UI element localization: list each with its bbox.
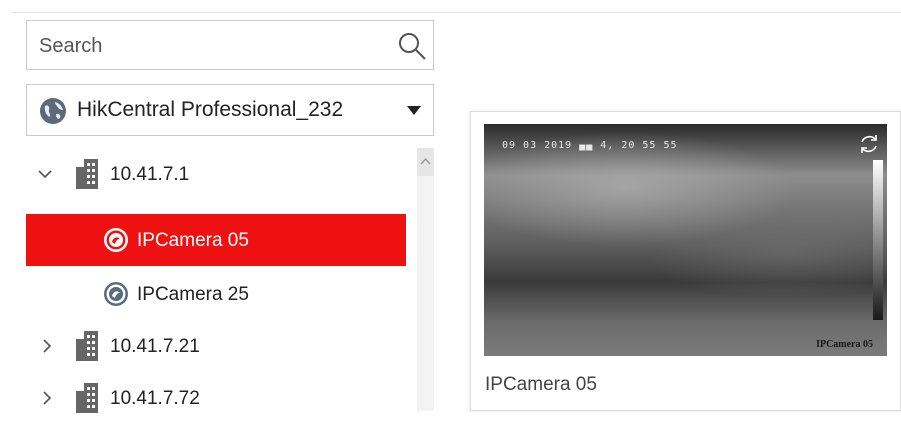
search-input[interactable] xyxy=(37,21,381,71)
building-icon xyxy=(76,383,98,413)
globe-icon xyxy=(40,98,66,124)
tree-node-label: 10.41.7.72 xyxy=(110,388,200,409)
chevron-down-icon[interactable] xyxy=(38,167,52,181)
tree-node-label: 10.41.7.1 xyxy=(110,164,190,185)
tree-node-camera-selected[interactable]: IPCamera 05 xyxy=(26,214,406,266)
camera-caption: IPCamera 05 xyxy=(485,374,597,395)
tree-node-label: IPCamera 05 xyxy=(137,230,249,251)
resource-tree: 10.41.7.1 IPCamera 05 IPCamera 25 10.41.… xyxy=(26,148,434,413)
camera-icon xyxy=(104,228,128,252)
site-name: HikCentral Professional_232 xyxy=(77,98,344,121)
search-icon[interactable] xyxy=(397,31,427,61)
chevron-up-icon xyxy=(420,157,431,165)
refresh-icon[interactable] xyxy=(857,132,881,156)
tree-node-area[interactable]: 10.41.7.1 xyxy=(26,148,406,200)
osd-timestamp: 09 03 2019 ▄▄ 4, 20 55 55 xyxy=(502,140,678,151)
tree-scrollbar[interactable] xyxy=(417,148,434,411)
camera-preview-card[interactable]: 09 03 2019 ▄▄ 4, 20 55 55 IPCamera 05 IP… xyxy=(470,111,901,411)
tree-node-label: 10.41.7.21 xyxy=(110,336,200,357)
osd-camera-name: IPCamera 05 xyxy=(816,339,873,350)
dropdown-arrow-icon[interactable] xyxy=(407,106,421,115)
building-icon xyxy=(76,331,98,361)
building-icon xyxy=(76,159,98,189)
chevron-right-icon[interactable] xyxy=(40,391,54,405)
tree-node-label: IPCamera 25 xyxy=(137,284,249,305)
scroll-up-button[interactable] xyxy=(417,148,434,176)
tree-node-area[interactable]: 10.41.7.72 xyxy=(26,372,406,424)
resource-panel: HikCentral Professional_232 10.41.7.1 xyxy=(12,12,440,413)
chevron-right-icon[interactable] xyxy=(40,339,54,353)
tree-node-area[interactable]: 10.41.7.21 xyxy=(26,320,406,372)
tree-node-camera[interactable]: IPCamera 25 xyxy=(26,268,406,320)
thermal-scale-bar xyxy=(873,160,883,320)
search-box[interactable] xyxy=(26,20,434,71)
camera-icon xyxy=(104,282,128,306)
site-select[interactable]: HikCentral Professional_232 xyxy=(26,84,434,136)
camera-thumbnail[interactable]: 09 03 2019 ▄▄ 4, 20 55 55 IPCamera 05 xyxy=(484,124,887,356)
